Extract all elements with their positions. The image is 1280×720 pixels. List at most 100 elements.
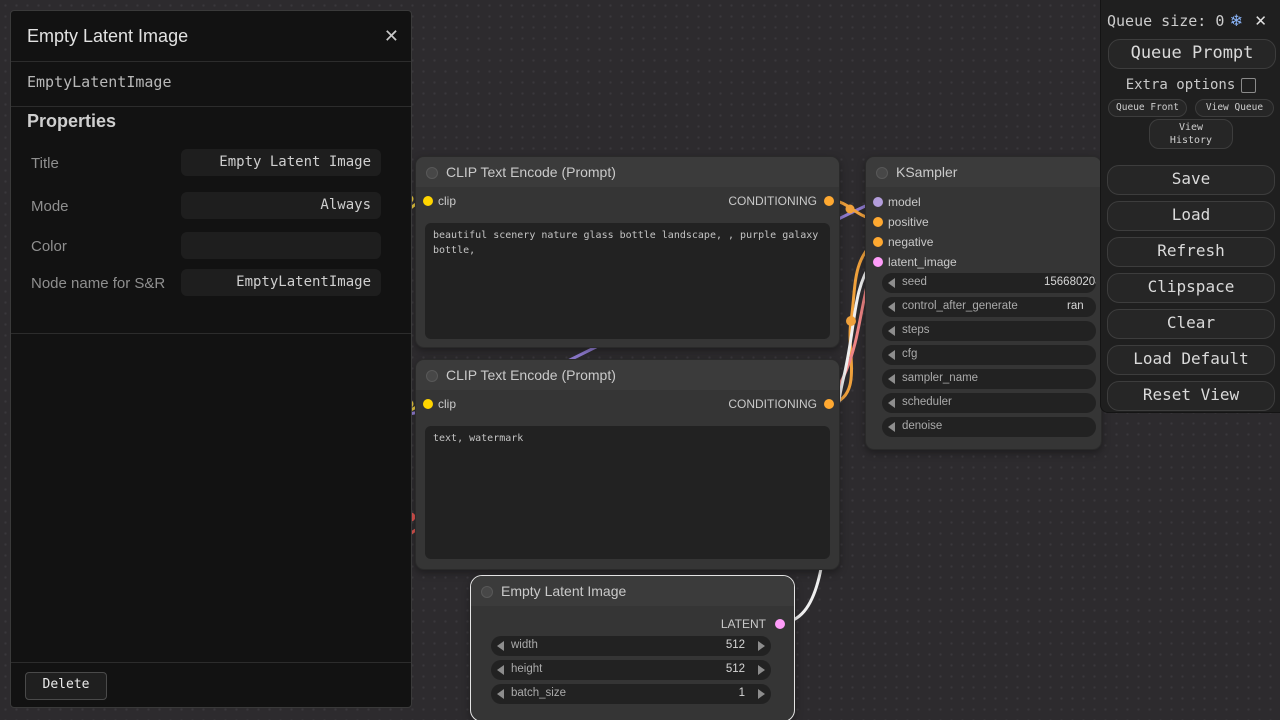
scheduler-widget[interactable]: scheduler	[882, 393, 1096, 413]
collapse-dot-icon[interactable]	[426, 167, 438, 179]
widget-label: steps	[902, 324, 930, 336]
latent-output-slot[interactable]	[775, 619, 785, 629]
clip-input-slot[interactable]	[423, 196, 433, 206]
decrement-arrow-icon[interactable]	[888, 326, 895, 336]
extra-options-label: Extra options	[1126, 77, 1236, 93]
height-widget[interactable]: height 512	[491, 660, 771, 680]
node-clip-text-encode-positive[interactable]: CLIP Text Encode (Prompt) clip CONDITION…	[415, 156, 840, 348]
delete-button[interactable]: Delete	[25, 672, 107, 700]
denoise-widget[interactable]: denoise	[882, 417, 1096, 437]
widget-label: sampler_name	[902, 372, 978, 384]
title-field[interactable]: Empty Latent Image	[181, 149, 381, 176]
width-widget[interactable]: width 512	[491, 636, 771, 656]
node-properties-dialog: Empty Latent Image ✕ EmptyLatentImage Pr…	[10, 10, 412, 708]
model-input-slot[interactable]	[873, 197, 883, 207]
wire-dot	[846, 205, 855, 214]
extra-options-row: Extra options	[1101, 76, 1280, 94]
decrement-arrow-icon[interactable]	[888, 398, 895, 408]
widget-label: height	[511, 663, 542, 675]
divider	[11, 61, 411, 62]
cfg-widget[interactable]: cfg	[882, 345, 1096, 365]
queue-pill-row: Queue Front View Queue	[1108, 99, 1274, 117]
increment-arrow-icon[interactable]	[758, 665, 765, 675]
input-slot-label: positive	[888, 215, 929, 229]
prompt-textarea[interactable]: text, watermark	[425, 426, 830, 559]
control-after-generate-widget[interactable]: control_after_generate ran	[882, 297, 1096, 317]
latent-image-input-slot[interactable]	[873, 257, 883, 267]
widget-label: denoise	[902, 420, 942, 432]
clipspace-button[interactable]: Clipspace	[1107, 273, 1275, 303]
widget-value: 1	[739, 687, 745, 699]
decrement-arrow-icon[interactable]	[497, 665, 504, 675]
input-slot-label: latent_image	[888, 255, 957, 269]
view-history-button[interactable]: View History	[1149, 119, 1233, 149]
clear-button[interactable]: Clear	[1107, 309, 1275, 339]
batch-size-widget[interactable]: batch_size 1	[491, 684, 771, 704]
input-slot-label: negative	[888, 235, 933, 249]
node-header[interactable]: KSampler	[866, 157, 1101, 187]
node-title: Empty Latent Image	[501, 583, 626, 599]
reset-view-button[interactable]: Reset View	[1107, 381, 1275, 411]
decrement-arrow-icon[interactable]	[888, 278, 895, 288]
node-header[interactable]: Empty Latent Image	[471, 576, 794, 606]
sampler-name-widget[interactable]: sampler_name	[882, 369, 1096, 389]
node-ksampler[interactable]: KSampler model positive negative latent_…	[865, 156, 1102, 450]
queue-prompt-button[interactable]: Queue Prompt	[1108, 39, 1276, 69]
negative-input-slot[interactable]	[873, 237, 883, 247]
steps-widget[interactable]: steps	[882, 321, 1096, 341]
input-slot-label: clip	[438, 194, 456, 208]
widget-label: seed	[902, 276, 927, 288]
prompt-textarea[interactable]: beautiful scenery nature glass bottle la…	[425, 223, 830, 339]
save-button[interactable]: Save	[1107, 165, 1275, 195]
queue-front-button[interactable]: Queue Front	[1108, 99, 1187, 117]
field-label: Node name for S&R	[31, 274, 181, 294]
menu-close-icon[interactable]: ✕	[1254, 12, 1267, 30]
decrement-arrow-icon[interactable]	[888, 422, 895, 432]
collapse-dot-icon[interactable]	[426, 370, 438, 382]
extra-options-checkbox[interactable]	[1241, 78, 1256, 93]
node-clip-text-encode-negative[interactable]: CLIP Text Encode (Prompt) clip CONDITION…	[415, 359, 840, 570]
node-header[interactable]: CLIP Text Encode (Prompt)	[416, 360, 839, 390]
widget-value: ran	[1067, 300, 1084, 312]
node-title: CLIP Text Encode (Prompt)	[446, 164, 616, 180]
increment-arrow-icon[interactable]	[758, 689, 765, 699]
decrement-arrow-icon[interactable]	[497, 641, 504, 651]
settings-snowflake-icon[interactable]: ❄	[1230, 11, 1243, 31]
conditioning-output-slot[interactable]	[824, 196, 834, 206]
input-slot-label: clip	[438, 397, 456, 411]
clip-input-slot[interactable]	[423, 399, 433, 409]
field-row-node-name: Node name for S&R EmptyLatentImage	[25, 269, 381, 311]
decrement-arrow-icon[interactable]	[497, 689, 504, 699]
decrement-arrow-icon[interactable]	[888, 374, 895, 384]
wire-dot	[846, 316, 856, 326]
dialog-close-icon[interactable]: ✕	[384, 26, 399, 47]
comfyui-canvas[interactable]: CLIP Text Encode (Prompt) clip CONDITION…	[0, 0, 1280, 720]
dialog-title: Empty Latent Image	[27, 26, 188, 47]
node-header[interactable]: CLIP Text Encode (Prompt)	[416, 157, 839, 187]
conditioning-output-slot[interactable]	[824, 399, 834, 409]
decrement-arrow-icon[interactable]	[888, 302, 895, 312]
color-field[interactable]	[181, 232, 381, 259]
output-slot-label: LATENT	[721, 617, 766, 631]
view-queue-button[interactable]: View Queue	[1195, 99, 1274, 117]
refresh-button[interactable]: Refresh	[1107, 237, 1275, 267]
input-slot-label: model	[888, 195, 921, 209]
increment-arrow-icon[interactable]	[758, 641, 765, 651]
load-default-button[interactable]: Load Default	[1107, 345, 1275, 375]
node-name-field[interactable]: EmptyLatentImage	[181, 269, 381, 296]
field-label: Color	[31, 237, 181, 257]
output-slot-label: CONDITIONING	[728, 194, 817, 208]
collapse-dot-icon[interactable]	[876, 167, 888, 179]
positive-input-slot[interactable]	[873, 217, 883, 227]
queue-size-label: Queue size: 0	[1107, 12, 1224, 30]
node-title: KSampler	[896, 164, 957, 180]
decrement-arrow-icon[interactable]	[888, 350, 895, 360]
node-empty-latent-image[interactable]: Empty Latent Image LATENT width 512 heig…	[470, 575, 795, 720]
load-button[interactable]: Load	[1107, 201, 1275, 231]
widget-label: width	[511, 639, 538, 651]
widget-label: cfg	[902, 348, 917, 360]
collapse-dot-icon[interactable]	[481, 586, 493, 598]
mode-field[interactable]: Always	[181, 192, 381, 219]
divider	[11, 106, 411, 107]
seed-widget[interactable]: seed 1566802087	[882, 273, 1096, 293]
